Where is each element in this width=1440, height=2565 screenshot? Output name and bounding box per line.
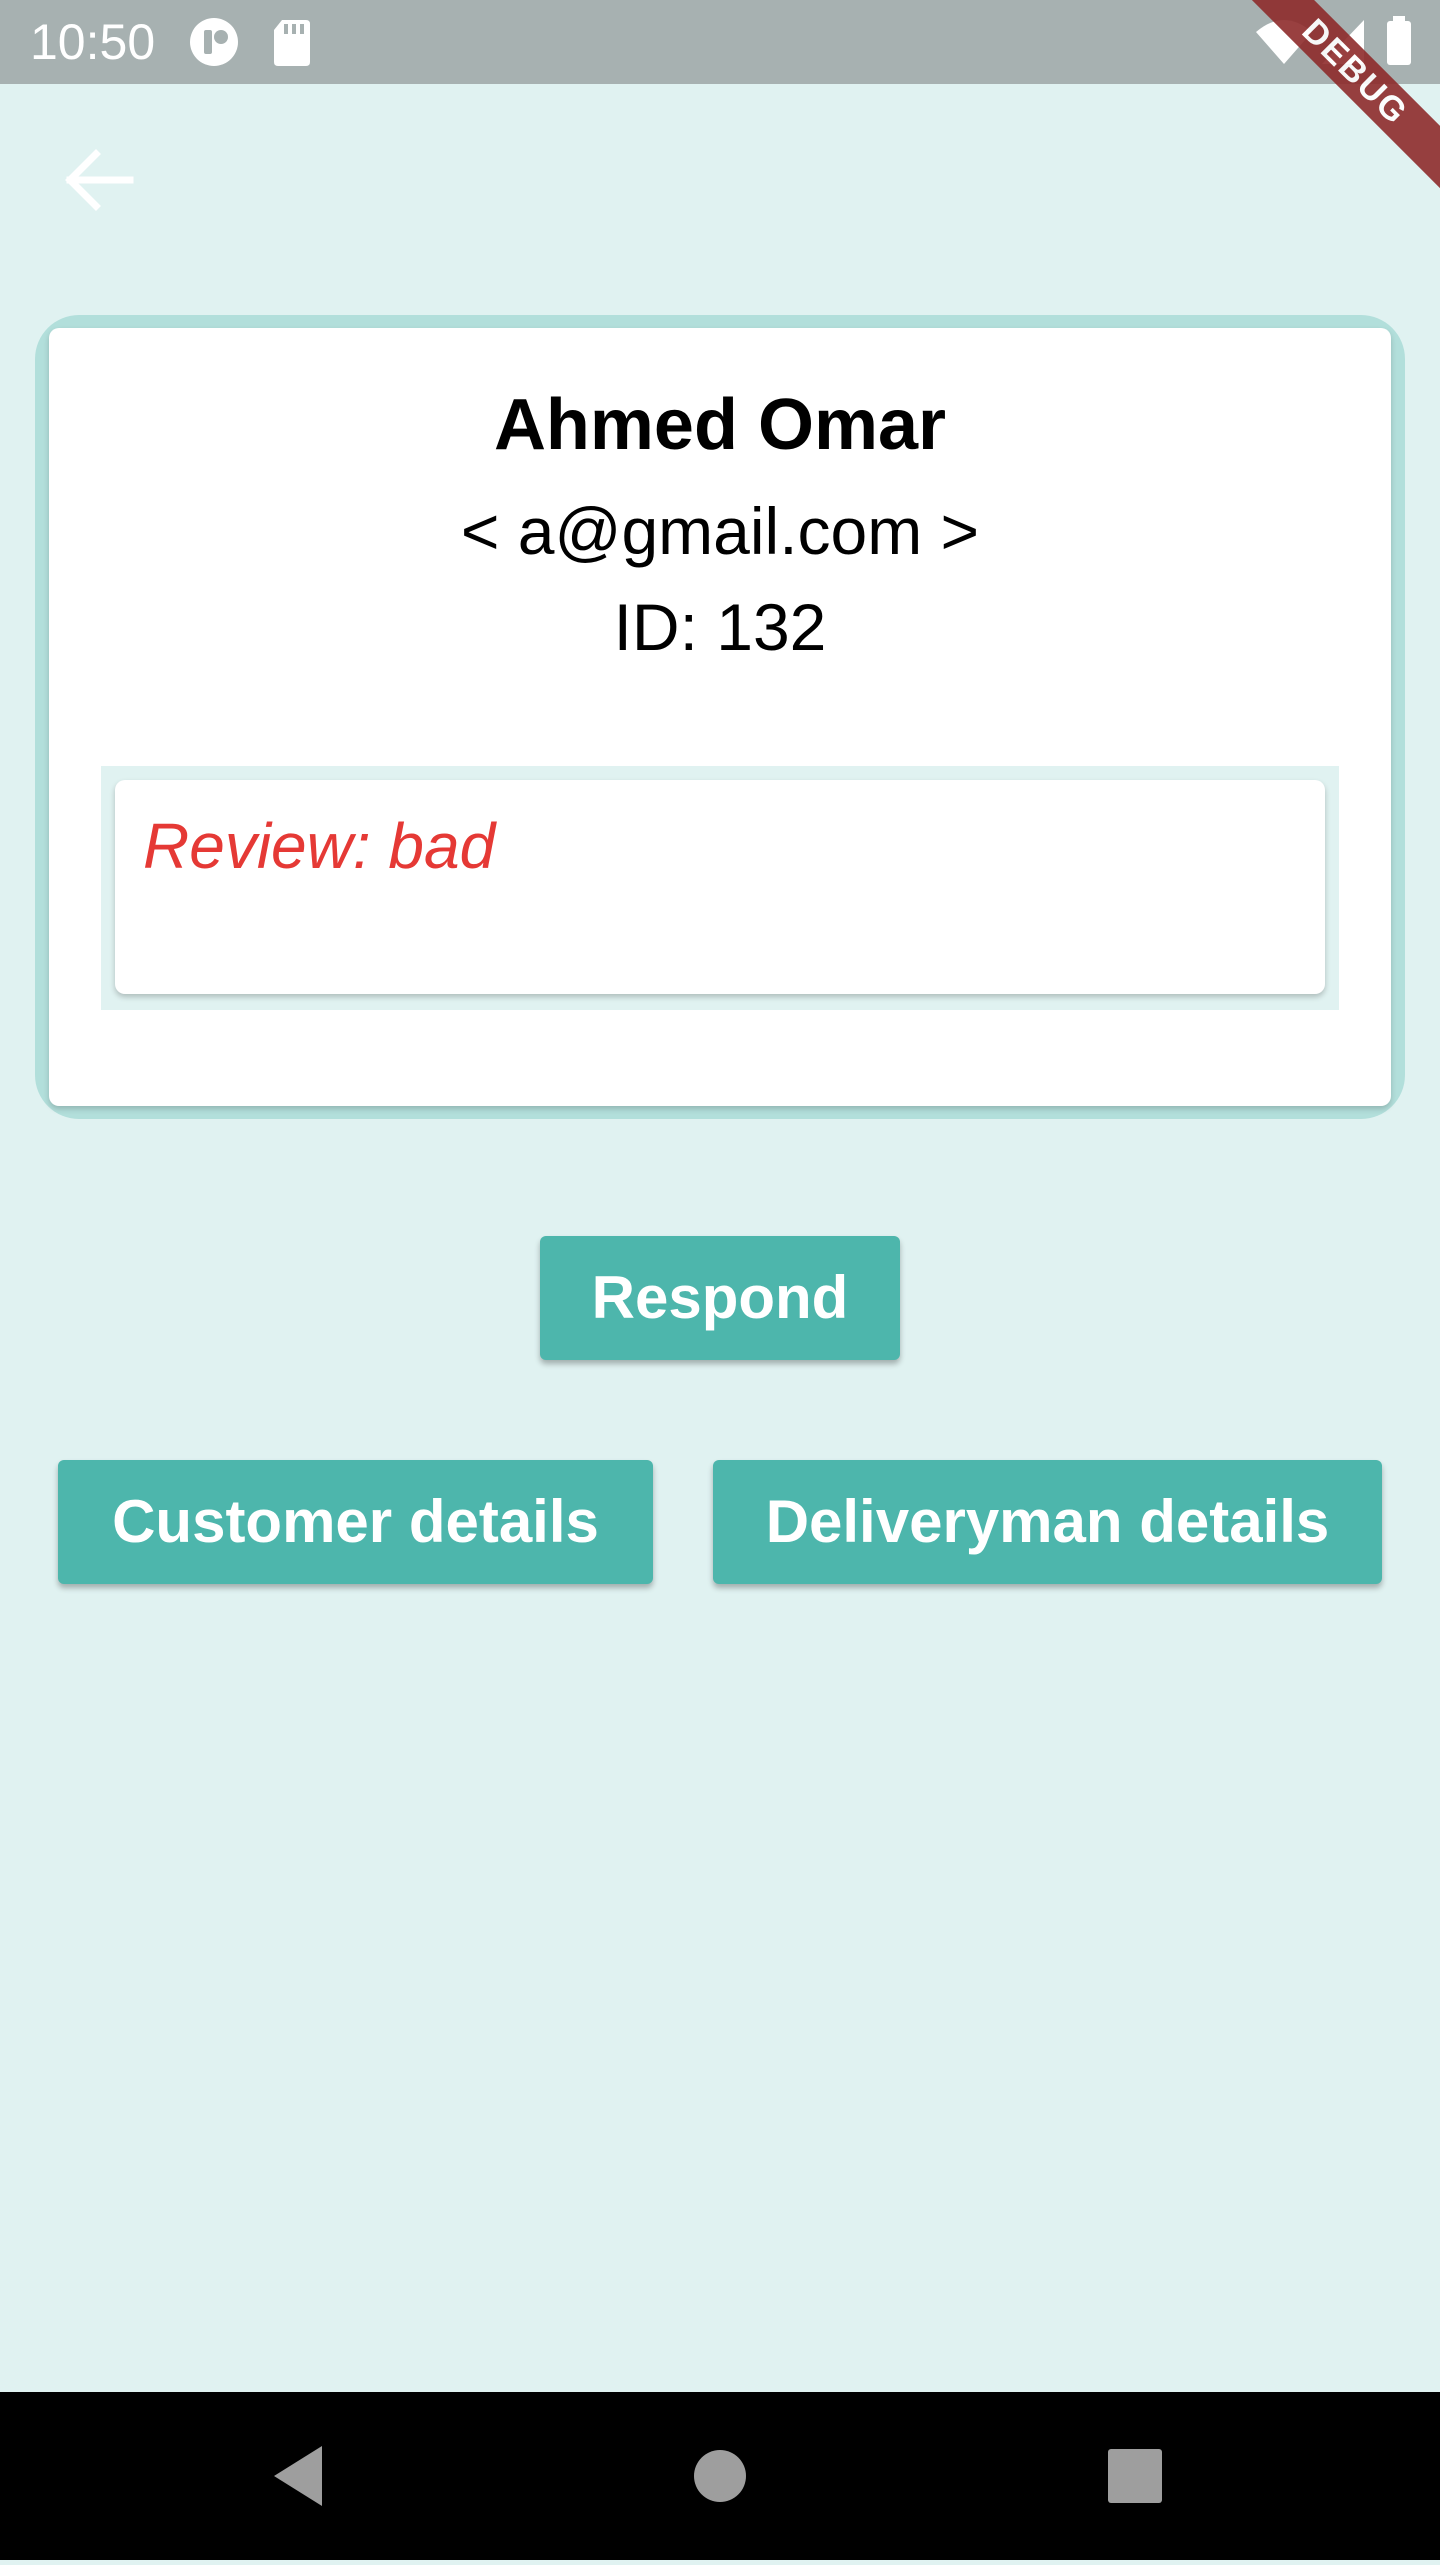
nav-back-button[interactable] bbox=[270, 2392, 330, 2560]
navigation-bar bbox=[0, 2392, 1440, 2560]
nav-home-button[interactable] bbox=[692, 2392, 748, 2560]
customer-id: ID: 132 bbox=[613, 590, 827, 664]
home-circle-icon bbox=[694, 2450, 746, 2502]
nav-recents-button[interactable] bbox=[1108, 2392, 1162, 2560]
status-bar: 10:50 DEBUG bbox=[0, 0, 1440, 215]
review-text: Review: bad bbox=[143, 810, 496, 882]
back-button[interactable] bbox=[48, 130, 148, 230]
review-box: Review: bad bbox=[115, 780, 1325, 994]
customer-email: < a@gmail.com > bbox=[460, 494, 980, 568]
battery-icon bbox=[1384, 0, 1414, 84]
customer-name: Ahmed Omar bbox=[493, 385, 947, 465]
arrow-back-icon bbox=[65, 149, 134, 211]
recents-square-icon bbox=[1108, 2449, 1162, 2503]
back-triangle-icon bbox=[274, 2446, 322, 2506]
customer-details-button[interactable]: Customer details bbox=[58, 1460, 653, 1584]
status-time: 10:50 bbox=[30, 14, 156, 70]
sd-card-icon bbox=[272, 0, 312, 84]
app-notification-icon bbox=[188, 0, 242, 84]
respond-button[interactable]: Respond bbox=[540, 1236, 900, 1360]
deliveryman-details-button[interactable]: Deliveryman details bbox=[713, 1460, 1382, 1584]
